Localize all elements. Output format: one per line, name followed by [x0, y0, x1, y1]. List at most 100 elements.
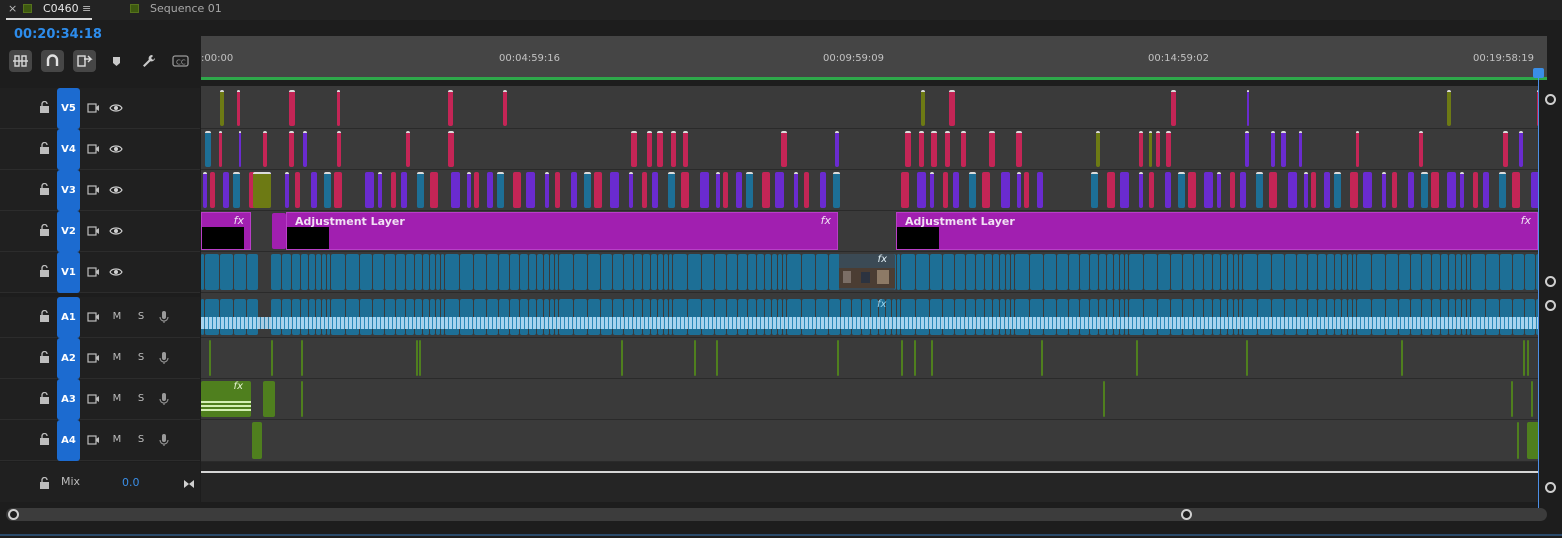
mute-button[interactable]: M [110, 392, 124, 406]
clip[interactable] [1527, 422, 1538, 459]
clip[interactable] [1356, 131, 1359, 167]
clip[interactable] [378, 172, 382, 208]
clip[interactable] [1103, 381, 1105, 417]
sync-lock-icon[interactable] [86, 433, 100, 447]
sync-lock-icon[interactable] [86, 224, 100, 238]
clip[interactable] [327, 254, 330, 290]
clip[interactable] [966, 254, 975, 290]
clip[interactable] [252, 422, 262, 459]
clip[interactable] [683, 131, 688, 167]
clip[interactable] [688, 254, 701, 290]
snap-magnet-icon[interactable] [41, 50, 64, 72]
clip[interactable] [1285, 254, 1296, 290]
clip[interactable] [1441, 254, 1448, 290]
clip[interactable] [309, 254, 315, 290]
clip[interactable] [621, 340, 623, 376]
clip[interactable] [905, 131, 911, 167]
clip[interactable] [1486, 254, 1499, 290]
clip[interactable] [993, 254, 999, 290]
clip[interactable] [1519, 131, 1523, 167]
clip[interactable] [1239, 254, 1242, 290]
mix-level-line[interactable] [201, 471, 1538, 473]
clip[interactable] [1527, 340, 1529, 376]
clip[interactable] [1139, 131, 1143, 167]
clip[interactable] [1531, 172, 1538, 208]
clip[interactable] [772, 254, 777, 290]
clip[interactable] [234, 254, 246, 290]
clip[interactable] [460, 254, 473, 290]
clip[interactable] [1324, 172, 1330, 208]
clip[interactable] [594, 172, 602, 208]
clip[interactable] [901, 172, 909, 208]
menu-icon[interactable]: ≡ [82, 0, 91, 18]
lock-icon[interactable] [39, 392, 50, 404]
clip[interactable] [1512, 172, 1520, 208]
wrench-settings-icon[interactable] [137, 50, 160, 72]
clip[interactable] [1386, 254, 1398, 290]
clip[interactable] [629, 172, 633, 208]
clip[interactable] [1335, 254, 1341, 290]
clip[interactable] [787, 254, 801, 290]
solo-button[interactable]: S [134, 351, 148, 365]
clip[interactable] [668, 172, 675, 208]
clip[interactable] [416, 340, 418, 376]
clip[interactable] [223, 172, 229, 208]
clip[interactable] [555, 254, 558, 290]
horizontal-scrollbar[interactable] [6, 508, 1547, 521]
clip[interactable] [233, 172, 240, 208]
clip[interactable] [322, 254, 326, 290]
clip[interactable] [571, 172, 577, 208]
lock-icon[interactable] [39, 474, 50, 493]
clip[interactable] [1431, 172, 1439, 208]
clip[interactable] [1288, 172, 1297, 208]
clip[interactable] [219, 131, 222, 167]
clip[interactable] [694, 340, 696, 376]
clip[interactable] [757, 254, 764, 290]
clip[interactable] [1024, 172, 1029, 208]
clip[interactable] [716, 172, 720, 208]
clip[interactable] [930, 172, 934, 208]
clip[interactable] [301, 254, 308, 290]
clip[interactable] [901, 340, 903, 376]
clip[interactable] [423, 254, 429, 290]
clip[interactable] [943, 254, 954, 290]
clip[interactable] [1246, 340, 1248, 376]
clip[interactable] [669, 254, 672, 290]
clip[interactable] [406, 131, 410, 167]
clip[interactable] [545, 172, 549, 208]
clip[interactable] [555, 172, 560, 208]
clip[interactable] [337, 90, 340, 126]
clip[interactable] [989, 131, 995, 167]
clip[interactable] [205, 254, 219, 290]
clip[interactable] [520, 254, 528, 290]
clip[interactable] [237, 90, 240, 126]
adjustment-layer-clip[interactable]: fx [201, 212, 251, 250]
clip[interactable] [588, 254, 600, 290]
clip[interactable] [1327, 254, 1334, 290]
clip[interactable] [474, 172, 479, 208]
clip[interactable] [474, 254, 486, 290]
clip[interactable] [1011, 254, 1014, 290]
clip[interactable] [1256, 172, 1263, 208]
clip[interactable] [513, 172, 521, 208]
clip[interactable] [263, 381, 275, 417]
clip[interactable] [727, 254, 737, 290]
work-area-bar[interactable] [201, 77, 1547, 80]
clip[interactable] [1037, 172, 1043, 208]
adjustment-layer-clip[interactable]: Adjustment Layer fx [286, 212, 838, 250]
clip[interactable] [1044, 254, 1056, 290]
clip[interactable] [220, 254, 233, 290]
clip[interactable] [1308, 254, 1317, 290]
clip[interactable] [209, 340, 211, 376]
playhead-timecode[interactable]: 00:20:34:18 [14, 27, 102, 42]
video-thumbnail-clip[interactable]: fx [839, 254, 895, 290]
sync-lock-icon[interactable] [86, 183, 100, 197]
clip[interactable] [651, 254, 657, 290]
clip[interactable] [914, 340, 916, 376]
clip[interactable] [497, 172, 504, 208]
mix-end-icon[interactable] [183, 475, 195, 488]
clip[interactable] [1188, 172, 1196, 208]
scroll-knob[interactable] [1545, 482, 1556, 493]
clip[interactable] [1245, 131, 1249, 167]
clip[interactable] [1348, 254, 1352, 290]
